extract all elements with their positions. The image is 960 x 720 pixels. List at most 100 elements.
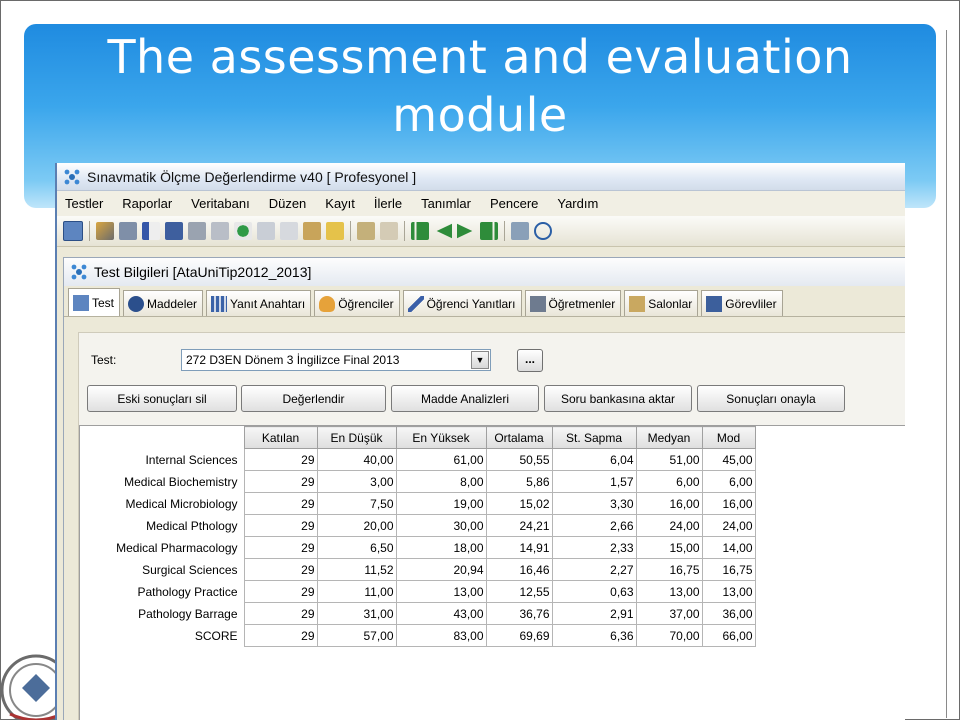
table-cell[interactable]: 61,00: [395, 448, 487, 471]
cube-icon[interactable]: [119, 222, 137, 240]
menu-yardim[interactable]: Yardım: [557, 196, 598, 211]
table-cell[interactable]: 30,00: [395, 514, 487, 537]
table-cell[interactable]: 51,00: [635, 448, 703, 471]
tab-ogrenci-yanitlari[interactable]: Öğrenci Yanıtları: [402, 290, 522, 316]
cut-icon[interactable]: [257, 222, 275, 240]
table-cell[interactable]: 8,00: [395, 470, 487, 493]
table-cell[interactable]: 6,36: [551, 624, 637, 647]
paste-icon[interactable]: [303, 222, 321, 240]
table-cell[interactable]: 40,00: [316, 448, 397, 471]
table-cell[interactable]: 70,00: [635, 624, 703, 647]
table-cell[interactable]: 1,57: [551, 470, 637, 493]
table-row[interactable]: Medical Pthology 29 20,00 30,00 24,21 2,66 24,…: [80, 514, 756, 537]
table-cell[interactable]: 6,04: [551, 448, 637, 471]
menu-duzen[interactable]: Düzen: [269, 196, 307, 211]
table-cell[interactable]: 43,00: [395, 602, 487, 625]
table-cell[interactable]: 2,91: [551, 602, 637, 625]
table-cell[interactable]: 29: [243, 602, 318, 625]
table-cell[interactable]: 57,00: [316, 624, 397, 647]
table-cell[interactable]: 29: [243, 536, 318, 559]
table-cell[interactable]: 14,00: [701, 536, 756, 559]
first-icon[interactable]: [411, 222, 429, 240]
table-cell[interactable]: 16,00: [635, 492, 703, 515]
menu-raporlar[interactable]: Raporlar: [122, 196, 172, 211]
menu-ilerle[interactable]: İlerle: [374, 196, 402, 211]
table-cell[interactable]: 12,55: [485, 580, 553, 603]
tab-maddeler[interactable]: Maddeler: [123, 290, 204, 316]
table-row[interactable]: Medical Microbiology 29 7,50 19,00 15,02 3,30…: [80, 492, 756, 515]
table-cell[interactable]: 24,00: [701, 514, 756, 537]
column-header[interactable]: Katılan: [243, 426, 318, 449]
browse-button[interactable]: ...: [517, 349, 543, 372]
table-cell[interactable]: 37,00: [635, 602, 703, 625]
table-cell[interactable]: 45,00: [701, 448, 756, 471]
table-cell[interactable]: 16,00: [701, 492, 756, 515]
table-cell[interactable]: 36,76: [485, 602, 553, 625]
undo-icon[interactable]: [326, 222, 344, 240]
copy-icon[interactable]: [280, 222, 298, 240]
evaluate-button[interactable]: Değerlendir: [241, 385, 386, 412]
table-row[interactable]: Pathology Practice 29 11,00 13,00 12,55 0,63 1…: [80, 580, 756, 603]
next-icon[interactable]: [457, 223, 473, 239]
column-header[interactable]: Ortalama: [485, 426, 553, 449]
tree-icon[interactable]: [511, 222, 529, 240]
table-cell[interactable]: 29: [243, 448, 318, 471]
table-row[interactable]: SCORE 29 57,00 83,00 69,69 6,36 70,00 66,00: [80, 624, 756, 647]
menu-veritabani[interactable]: Veritabanı: [191, 196, 250, 211]
table-cell[interactable]: 20,94: [395, 558, 487, 581]
last-icon[interactable]: [480, 222, 498, 240]
column-header[interactable]: En Düşük: [316, 426, 397, 449]
wrench-icon[interactable]: [96, 222, 114, 240]
table-cell[interactable]: 29: [243, 624, 318, 647]
table-row[interactable]: Medical Biochemistry 29 3,00 8,00 5,86 1,57 6,…: [80, 470, 756, 493]
table-cell[interactable]: 2,33: [551, 536, 637, 559]
table-cell[interactable]: 11,52: [316, 558, 397, 581]
table-cell[interactable]: 29: [243, 580, 318, 603]
save-icon[interactable]: [165, 222, 183, 240]
table-cell[interactable]: 29: [243, 470, 318, 493]
table-cell[interactable]: 16,75: [635, 558, 703, 581]
table-cell[interactable]: 24,21: [485, 514, 553, 537]
print-icon[interactable]: [188, 222, 206, 240]
search-icon[interactable]: [234, 222, 252, 240]
calendar-icon[interactable]: [63, 221, 83, 241]
table-cell[interactable]: 6,00: [701, 470, 756, 493]
table-cell[interactable]: 66,00: [701, 624, 756, 647]
table-cell[interactable]: 16,46: [485, 558, 553, 581]
transfer-to-bank-button[interactable]: Soru bankasına aktar: [544, 385, 692, 412]
table-row[interactable]: Surgical Sciences 29 11,52 20,94 16,46 2,27 16…: [80, 558, 756, 581]
chevron-down-icon[interactable]: ▼: [471, 351, 489, 369]
tab-test[interactable]: Test: [68, 288, 121, 316]
table-cell[interactable]: 6,50: [316, 536, 397, 559]
table-cell[interactable]: 69,69: [485, 624, 553, 647]
table-cell[interactable]: 18,00: [395, 536, 487, 559]
approve-results-button[interactable]: Sonuçları onayla: [697, 385, 845, 412]
menu-tanimlar[interactable]: Tanımlar: [421, 196, 471, 211]
table-cell[interactable]: 2,66: [551, 514, 637, 537]
table-row[interactable]: Pathology Barrage 29 31,00 43,00 36,76 2,91 37…: [80, 602, 756, 625]
tab-yanit-anahtari[interactable]: Yanıt Anahtarı: [206, 290, 312, 316]
delete-old-results-button[interactable]: Eski sonuçları sil: [87, 385, 237, 412]
column-header[interactable]: St. Sapma: [551, 426, 637, 449]
table-cell[interactable]: 15,02: [485, 492, 553, 515]
table-cell[interactable]: 11,00: [316, 580, 397, 603]
table-cell[interactable]: 83,00: [395, 624, 487, 647]
menu-kayit[interactable]: Kayıt: [325, 196, 355, 211]
table-cell[interactable]: 14,91: [485, 536, 553, 559]
print-preview-icon[interactable]: [211, 222, 229, 240]
table-cell[interactable]: 2,27: [551, 558, 637, 581]
table-cell[interactable]: 50,55: [485, 448, 553, 471]
column-header[interactable]: En Yüksek: [395, 426, 487, 449]
table-cell[interactable]: 24,00: [635, 514, 703, 537]
eraser-icon[interactable]: [380, 222, 398, 240]
table-cell[interactable]: 0,63: [551, 580, 637, 603]
table-cell[interactable]: 3,00: [316, 470, 397, 493]
table-cell[interactable]: 31,00: [316, 602, 397, 625]
table-cell[interactable]: 19,00: [395, 492, 487, 515]
item-analysis-button[interactable]: Madde Analizleri: [391, 385, 539, 412]
tab-ogrenciler[interactable]: Öğrenciler: [314, 290, 400, 316]
table-cell[interactable]: 3,30: [551, 492, 637, 515]
table-cell[interactable]: 29: [243, 558, 318, 581]
tab-gorevliler[interactable]: Görevliler: [701, 290, 783, 316]
test-select[interactable]: 272 D3EN Dönem 3 İngilizce Final 2013 ▼: [181, 349, 491, 371]
